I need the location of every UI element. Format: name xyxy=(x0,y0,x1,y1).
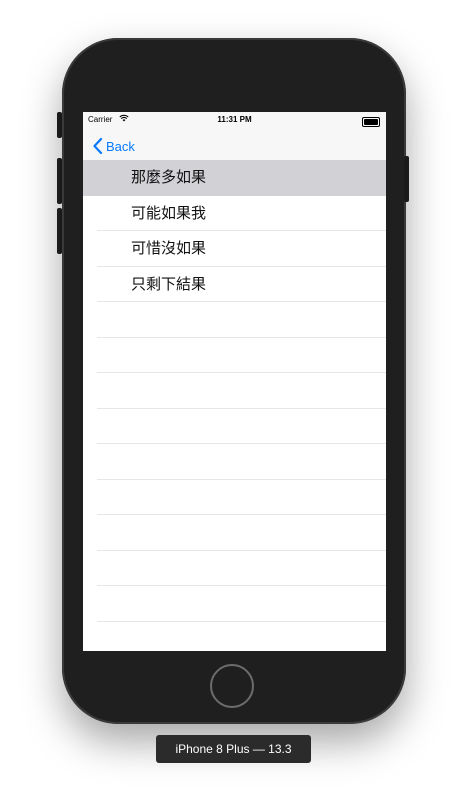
navigation-bar: Back xyxy=(83,132,386,160)
table-row[interactable]: 可能如果我 xyxy=(83,196,386,231)
power-button[interactable] xyxy=(404,156,409,202)
table-row-label: 可惜沒如果 xyxy=(131,239,207,257)
table-row[interactable] xyxy=(83,551,386,586)
device-label: iPhone 8 Plus — 13.3 xyxy=(156,735,311,763)
table-row[interactable]: 可惜沒如果 xyxy=(83,231,386,267)
status-bar: Carrier 11:31 PM xyxy=(83,112,386,132)
table-row[interactable] xyxy=(83,515,386,551)
table-row[interactable] xyxy=(83,444,386,480)
table-row-label: 只剩下結果 xyxy=(131,274,207,293)
table-row[interactable] xyxy=(83,338,386,373)
table-row[interactable]: 那麼多如果 xyxy=(83,160,386,196)
back-button[interactable]: Back xyxy=(92,134,135,158)
screen: Carrier 11:31 PM Back 那麼多如果可能如果我可惜沒如果只剩下… xyxy=(83,112,386,651)
back-label: Back xyxy=(106,138,135,154)
table-row[interactable] xyxy=(83,409,386,444)
table-row[interactable] xyxy=(83,373,386,409)
chevron-left-icon xyxy=(93,138,103,154)
table-row[interactable] xyxy=(83,302,386,338)
table-row[interactable] xyxy=(83,622,386,652)
table-row-label: 那麼多如果 xyxy=(131,168,207,186)
battery-icon xyxy=(362,117,380,127)
table-row-label: 可能如果我 xyxy=(131,203,207,222)
volume-up-button[interactable] xyxy=(57,158,62,204)
status-time: 11:31 PM xyxy=(217,115,252,124)
table-row[interactable] xyxy=(83,586,386,622)
mute-switch[interactable] xyxy=(57,112,62,138)
table-view[interactable]: 那麼多如果可能如果我可惜沒如果只剩下結果 xyxy=(83,160,386,651)
table-row[interactable] xyxy=(83,480,386,515)
volume-down-button[interactable] xyxy=(57,208,62,254)
table-row[interactable]: 只剩下結果 xyxy=(83,267,386,302)
home-button[interactable] xyxy=(210,664,254,708)
